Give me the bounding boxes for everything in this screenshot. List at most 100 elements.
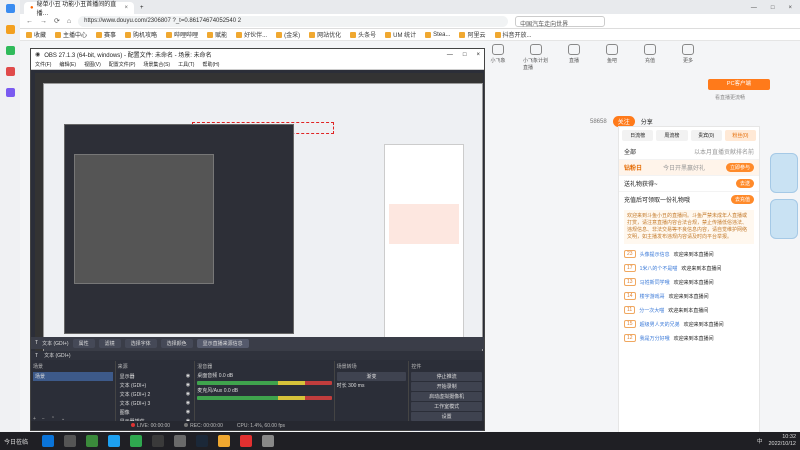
maximize-icon[interactable]: □ bbox=[463, 52, 467, 58]
search-icon[interactable] bbox=[64, 435, 77, 447]
promo-banner[interactable] bbox=[770, 153, 798, 193]
chat-tab[interactable]: 周流榜 bbox=[656, 130, 688, 141]
duration-input[interactable]: 300 ms bbox=[348, 383, 364, 389]
properties-button[interactable]: 属性 bbox=[72, 338, 95, 348]
app-icon[interactable] bbox=[240, 435, 253, 447]
scene-item[interactable]: 场景 bbox=[33, 372, 113, 381]
username[interactable]: 分一次大喵 bbox=[639, 307, 664, 314]
bookmark-item[interactable]: 购机攻略 bbox=[125, 30, 157, 39]
maximize-icon[interactable]: □ bbox=[771, 5, 775, 11]
steam-icon[interactable] bbox=[196, 435, 209, 447]
close-window-icon[interactable]: × bbox=[788, 5, 792, 11]
home-icon[interactable]: ⌂ bbox=[67, 18, 71, 25]
refresh-icon[interactable]: ⟳ bbox=[54, 17, 60, 25]
chat-message: 15 超级男人天的兄弟 欢迎来到本直播间 bbox=[619, 317, 759, 331]
bookmark-item[interactable]: 头条号 bbox=[350, 30, 376, 39]
chat-tab[interactable]: 贵宾(0) bbox=[690, 130, 722, 141]
source-item[interactable]: 文本 (GDI+) 3 ◉ bbox=[118, 399, 193, 408]
transition-select[interactable]: 渐变 bbox=[336, 372, 407, 381]
username[interactable]: 头像提示信息 bbox=[640, 251, 670, 258]
url-field[interactable]: https://www.douyu.com/2306807 ?_t=0.8617… bbox=[78, 15, 509, 27]
username[interactable]: 超级男人天的兄弟 bbox=[640, 321, 680, 328]
pc-client-button[interactable]: PC客户端 bbox=[708, 79, 770, 90]
menu-item[interactable]: 编辑(E) bbox=[59, 61, 76, 68]
nav-item[interactable]: 更多 bbox=[675, 44, 701, 71]
select-font-button[interactable]: 选择字体 bbox=[124, 338, 157, 348]
app-icon[interactable] bbox=[5, 67, 15, 76]
close-icon[interactable]: × bbox=[476, 52, 480, 58]
settings-button[interactable]: 设置 bbox=[411, 412, 482, 421]
obs-preview[interactable] bbox=[35, 73, 483, 353]
source-item[interactable]: 文本 (GDI+) ◉ bbox=[118, 381, 193, 390]
chat-tab[interactable]: 日流榜 bbox=[622, 130, 654, 141]
bookmark-item[interactable]: 收藏 bbox=[26, 30, 46, 39]
bookmark-item[interactable]: 赋能 bbox=[207, 30, 227, 39]
volume-meter[interactable] bbox=[197, 396, 332, 400]
chat-tab[interactable]: 粉丝(0) bbox=[724, 130, 756, 141]
ime-indicator[interactable]: 中 bbox=[757, 437, 763, 445]
bookmark-item[interactable]: 赛事 bbox=[96, 30, 116, 39]
app-icon[interactable] bbox=[174, 435, 187, 447]
studio-mode-button[interactable]: 工作室模式 bbox=[411, 402, 482, 411]
minimize-icon[interactable]: — bbox=[751, 5, 757, 11]
username[interactable]: 马姓新同学哦 bbox=[640, 279, 670, 286]
gift-button[interactable]: 去充值 bbox=[730, 195, 754, 204]
bookmark-item[interactable]: 抖音开放... bbox=[494, 30, 532, 39]
volume-meter[interactable] bbox=[197, 381, 332, 385]
bookmark-item[interactable]: UM 统计 bbox=[385, 30, 416, 39]
bookmark-item[interactable]: 主播中心 bbox=[55, 30, 87, 39]
username[interactable]: 1米八的个不是喵 bbox=[640, 265, 678, 272]
username[interactable]: 我是万分好哦 bbox=[640, 335, 670, 342]
obs-taskbar-icon[interactable] bbox=[152, 435, 165, 447]
windows-start-icon[interactable] bbox=[42, 435, 55, 447]
promo-button[interactable]: 立即参与 bbox=[725, 163, 754, 172]
bookmark-item[interactable]: 哔哩哔哩 bbox=[166, 30, 198, 39]
stop-stream-button[interactable]: 停止推流 bbox=[411, 372, 482, 381]
nav-item[interactable]: 充值 bbox=[637, 44, 663, 71]
app-icon[interactable] bbox=[262, 435, 275, 447]
menu-item[interactable]: 帮助(H) bbox=[202, 61, 219, 68]
app-icon[interactable] bbox=[5, 46, 15, 55]
menu-item[interactable]: 视图(V) bbox=[84, 61, 101, 68]
source-item[interactable]: 图像 ◉ bbox=[118, 408, 193, 417]
start-record-button[interactable]: 开始录制 bbox=[411, 382, 482, 391]
app-icon[interactable] bbox=[218, 435, 231, 447]
source-info-button[interactable]: 显示直播来源信息 bbox=[196, 338, 249, 348]
bookmark-item[interactable]: 阿里云 bbox=[459, 30, 486, 39]
forward-icon[interactable]: → bbox=[40, 18, 47, 25]
nav-item[interactable]: 直播 bbox=[561, 44, 587, 71]
menu-item[interactable]: 配置文件(P) bbox=[109, 61, 136, 68]
app-icon[interactable] bbox=[5, 4, 15, 13]
gift-button[interactable]: 去送 bbox=[735, 179, 754, 188]
clock[interactable]: 10:32 2022/10/12 bbox=[768, 434, 796, 448]
minimize-icon[interactable]: — bbox=[447, 52, 453, 58]
share-button[interactable]: 分享 bbox=[641, 117, 653, 126]
bookmark-item[interactable]: (金采) bbox=[276, 30, 300, 39]
close-icon[interactable]: × bbox=[124, 5, 128, 11]
app-icon[interactable] bbox=[130, 435, 143, 447]
app-icon[interactable] bbox=[5, 88, 15, 97]
source-item[interactable]: 文本 (GDI+) 2 ◉ bbox=[118, 390, 193, 399]
nav-item[interactable]: 鱼吧 bbox=[599, 44, 625, 71]
bookmark-item[interactable]: 好伙伴... bbox=[236, 30, 267, 39]
browser-tab[interactable]: ● 秘单小丑 功能小丑首播间的直播… × bbox=[24, 2, 134, 17]
nav-item[interactable]: 小飞象计划直播 bbox=[523, 44, 549, 71]
new-tab-button[interactable]: + bbox=[134, 5, 150, 14]
menu-item[interactable]: 场景集合(S) bbox=[143, 61, 170, 68]
menu-item[interactable]: 工具(T) bbox=[178, 61, 194, 68]
app-icon[interactable] bbox=[86, 435, 99, 447]
promo-banner[interactable] bbox=[770, 199, 798, 239]
bookmark-item[interactable]: 网站优化 bbox=[309, 30, 341, 39]
filters-button[interactable]: 滤镜 bbox=[98, 338, 121, 348]
select-color-button[interactable]: 选择颜色 bbox=[160, 338, 193, 348]
search-input[interactable]: 中国汽车走向世界 bbox=[515, 15, 606, 28]
app-icon[interactable] bbox=[108, 435, 121, 447]
menu-item[interactable]: 文件(F) bbox=[35, 61, 51, 68]
app-icon[interactable] bbox=[5, 25, 15, 34]
back-icon[interactable]: ← bbox=[26, 18, 33, 25]
source-item[interactable]: 显示器 ◉ bbox=[118, 372, 193, 381]
bookmark-item[interactable]: Stea... bbox=[425, 31, 450, 38]
nav-item[interactable]: 小飞象 bbox=[485, 44, 511, 71]
virtual-cam-button[interactable]: 启动虚拟摄像机 bbox=[411, 392, 482, 401]
username[interactable]: 楼宇游戏哥 bbox=[640, 293, 665, 300]
